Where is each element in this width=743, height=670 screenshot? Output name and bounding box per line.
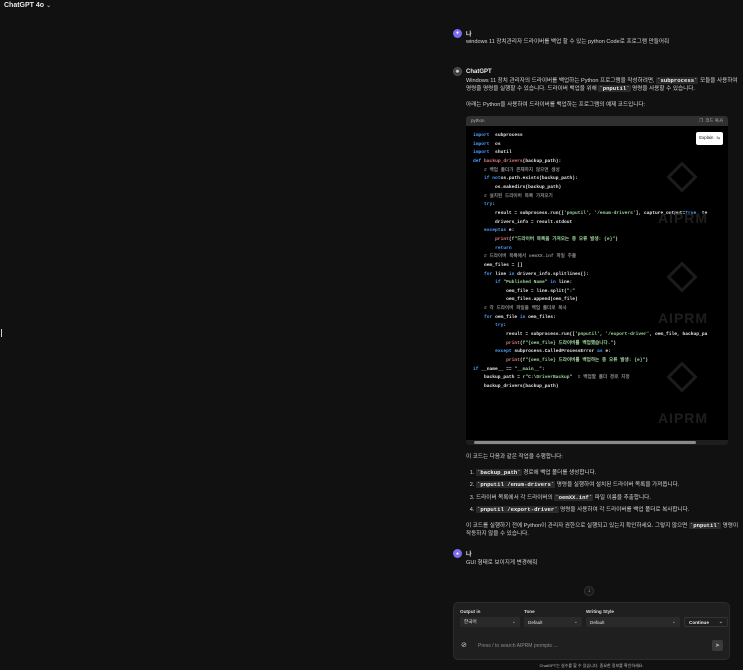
list-item: 드라이버 목록에서 각 드라이버의 `oemXX.inf` 파일 이름을 추출합… [476, 493, 743, 503]
code-line: import subprocess [473, 133, 523, 138]
user-message: ● 나 windows 11 장치관리자 드라이버를 백업 할 수 있는 pyt… [453, 28, 743, 47]
writing-style-select[interactable]: Default ⌄ [586, 617, 680, 627]
code-line: return [495, 245, 512, 251]
horizontal-scrollbar[interactable] [466, 440, 728, 445]
watermark-text: AIPRM [657, 210, 709, 226]
watermark-text: AIPRM [657, 410, 709, 426]
chevron-down-icon: ⌄ [671, 619, 676, 625]
arrow-up-icon: ➤ [714, 643, 721, 649]
paperclip-icon[interactable]: ⊘ [461, 641, 467, 649]
chevron-down-icon: ⌄ [573, 619, 578, 625]
chevron-down-icon[interactable]: ⌄ [719, 619, 723, 625]
user-message: ● 나 GUI 형태로 보이지게 변경해줘 [453, 549, 743, 568]
copy-icon: ❐ [699, 117, 704, 123]
code-header: python ❐ 코드 복사 [466, 116, 728, 126]
message-author: ChatGPT [466, 68, 492, 75]
lead-paragraph: 아래는 Python을 사용하여 드라이버를 백업하는 프로그램의 예제 코드입… [466, 101, 646, 108]
writing-style-label: Writing Style [586, 609, 614, 614]
user-avatar: ● [453, 549, 462, 558]
code-line: # 설치된 드라이버 목록 가져오기 [484, 193, 553, 199]
top-bar: ChatGPT 4o ⌄ [0, 0, 743, 14]
code-language: python [471, 117, 485, 123]
model-name[interactable]: ChatGPT 4o [4, 2, 44, 9]
chatgpt-logo-icon: ✺ [453, 67, 462, 76]
intro-paragraph: Windows 11 장치 관리자의 드라이버를 백업하는 Python 프로그… [466, 76, 738, 92]
list-item: `pnputil /enum-drivers` 명령을 실행하여 설치된 드라이… [476, 481, 743, 490]
list-item: `backup_path` 경로에 백업 폴더를 생성합니다. [476, 468, 743, 478]
scroll-down-button[interactable]: ↓ [584, 586, 594, 596]
text-cursor [1, 329, 2, 337]
code-line: # 드라이버 목록에서 oemXX.inf 파일 추출 [484, 254, 577, 260]
code-line: try: [484, 202, 496, 208]
message-author: 나 [466, 31, 472, 38]
watermark-text: AIPRM [657, 310, 709, 326]
code-block: python ❐ 코드 복사 AIPRM AIPRM AIPRM import … [466, 116, 728, 445]
code-line: result = subprocess.run(['pnputil', '/ex… [473, 332, 708, 338]
tone-label: Tone [524, 609, 535, 614]
output-in-select[interactable]: 한국어 ⌄ [460, 617, 520, 627]
code-line: except subprocess.CalledProcessError as … [495, 349, 611, 355]
tone-select[interactable]: Default ⌄ [524, 617, 582, 627]
code-line: oem_files.append(oem_file) [473, 297, 578, 303]
list-item: `pnputil /export-driver` 명령을 사용하여 각 드라이버… [476, 506, 743, 515]
copy-code-button[interactable]: ❐ 코드 복사 [699, 117, 723, 126]
code-line: import shutil [473, 150, 512, 156]
chevron-down-icon[interactable]: ⌄ [46, 2, 51, 9]
user-avatar: ● [453, 28, 462, 38]
code-line: import os [473, 141, 501, 147]
assistant-message: ✺ ChatGPT Windows 11 장치 관리자의 드라이버를 백업하는 … [453, 67, 743, 539]
scroll-thumb[interactable] [474, 441, 696, 444]
explain-button[interactable]: Explain ⇋ [696, 132, 723, 145]
conversation: ● 나 windows 11 장치관리자 드라이버를 백업 할 수 있는 pyt… [453, 28, 743, 567]
collapse-icon[interactable]: ⇋ [716, 134, 720, 143]
disclaimer: ChatGPT는 실수를 할 수 있습니다. 중요한 정보를 확인하세요. [539, 663, 644, 668]
steps-list: `backup_path` 경로에 백업 폴더를 생성합니다. `pnputil… [466, 468, 743, 515]
code-line: exceptas e: [484, 228, 515, 234]
code-body: AIPRM AIPRM AIPRM import subprocess impor… [466, 126, 728, 440]
prompt-input[interactable] [478, 641, 678, 651]
chevron-down-icon: ⌄ [511, 619, 516, 625]
send-button[interactable]: ➤ [712, 640, 723, 651]
code-line: print(f"드라이버 목록을 가져오는 중 오류 발생: {e}") [495, 236, 618, 242]
note-paragraph: 이 코드를 실행하기 전에 Python이 관리자 권한으로 실행되고 있는지 … [466, 521, 739, 537]
code-line: print(f"{oem_file} 드라이버를 백업했습니다.") [506, 340, 617, 346]
model-switcher[interactable]: ChatGPT 4o ⌄ [4, 2, 51, 9]
message-author: 나 [466, 552, 472, 558]
continue-button[interactable]: Continue ⌄ [684, 617, 728, 627]
message-text: GUI 형태로 보이지게 변경해줘 [466, 559, 538, 566]
message-text: windows 11 장치관리자 드라이버를 백업 할 수 있는 python … [466, 39, 670, 45]
summary-title: 이 코드는 다음과 같은 작업을 수행합니다: [466, 454, 563, 460]
output-in-label: Output in [460, 609, 481, 614]
composer: Output in 한국어 ⌄ Tone Default ⌄ Writing Sty… [453, 602, 730, 660]
